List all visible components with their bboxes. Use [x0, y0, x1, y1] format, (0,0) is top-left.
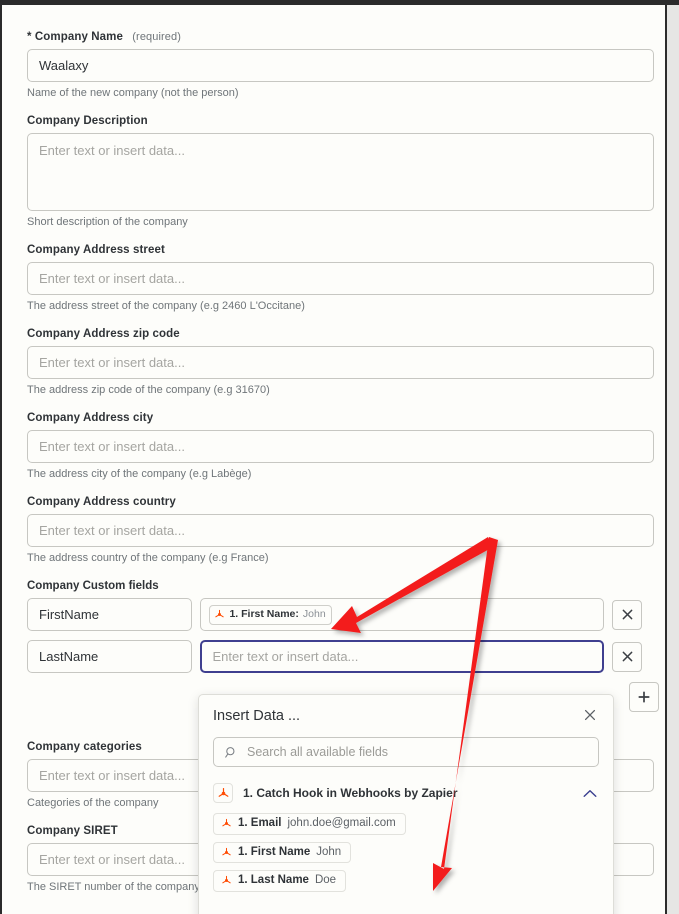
remove-custom-field-button[interactable] — [612, 641, 642, 672]
field-help: The address zip code of the company (e.g… — [27, 384, 270, 396]
field-company-address-street: Company Address street Enter text or ins… — [27, 244, 654, 312]
field-label: Company Address zip code — [27, 328, 180, 340]
zapier-icon — [218, 787, 228, 797]
popover-title: Insert Data ... — [213, 708, 301, 724]
custom-field-key-input-firstname[interactable]: FirstName — [27, 598, 193, 631]
input-placeholder: Enter text or insert data... — [39, 852, 185, 867]
field-label: * Company Name (required) — [27, 31, 642, 43]
data-field-item[interactable]: 1. Email john.doe@gmail.com — [213, 813, 406, 835]
data-source-group-header[interactable]: 1. Catch Hook in Webhooks by Zapier — [213, 783, 599, 803]
custom-field-value-input-lastname[interactable]: Enter text or insert data... — [200, 640, 604, 673]
popover-close-button[interactable] — [581, 709, 599, 724]
data-source-group-title: 1. Catch Hook in Webhooks by Zapier — [243, 786, 458, 800]
window-right-gutter — [667, 5, 679, 914]
field-help: The address city of the company (e.g Lab… — [27, 468, 252, 480]
data-field-key: 1. First Name — [238, 845, 311, 858]
input-placeholder: Enter text or insert data... — [39, 523, 185, 538]
required-asterisk: * — [27, 31, 32, 43]
search-placeholder: Search all available fields — [247, 745, 389, 759]
zapier-icon-box — [213, 783, 233, 803]
field-label: Company Address city — [27, 412, 154, 424]
plus-icon — [638, 691, 650, 703]
field-help: Name of the new company (not the person) — [27, 87, 239, 99]
input-placeholder: Enter text or insert data... — [39, 439, 185, 454]
company-address-country-input[interactable]: Enter text or insert data... — [27, 514, 654, 547]
data-field-list: 1. Email john.doe@gmail.com 1. First Nam… — [213, 813, 599, 899]
field-help: The address country of the company (e.g … — [27, 552, 269, 564]
popover-header: Insert Data ... — [213, 708, 599, 724]
data-token-chip[interactable]: 1. First Name: John — [209, 604, 332, 625]
field-company-address-zip: Company Address zip code Enter text or i… — [27, 328, 654, 396]
field-label-text: Company Name — [34, 31, 123, 43]
custom-field-key-input-lastname[interactable]: LastName — [27, 640, 193, 673]
remove-custom-field-button[interactable] — [612, 599, 642, 630]
add-custom-field-button[interactable] — [629, 682, 659, 712]
custom-field-row: FirstName 1. First Name: John — [27, 598, 642, 631]
insert-data-popover: Insert Data ... Search all available fie… — [198, 694, 614, 914]
company-address-city-input[interactable]: Enter text or insert data... — [27, 430, 654, 463]
input-placeholder: Enter text or insert data... — [212, 649, 359, 664]
input-value: FirstName — [39, 607, 99, 622]
zapier-icon — [222, 819, 231, 827]
custom-field-value-input-firstname[interactable]: 1. First Name: John — [200, 598, 604, 631]
input-value: LastName — [39, 649, 99, 664]
close-icon — [584, 709, 596, 720]
zapier-icon — [215, 609, 225, 618]
zapier-icon — [222, 876, 231, 884]
data-field-value: John — [316, 845, 342, 858]
input-placeholder: Enter text or insert data... — [39, 271, 185, 286]
token-value: John — [302, 608, 326, 621]
field-company-address-city: Company Address city Enter text or inser… — [27, 412, 654, 480]
custom-field-row: LastName Enter text or insert data... — [27, 640, 642, 673]
data-field-key: 1. Email — [238, 817, 282, 829]
popover-search-input[interactable]: Search all available fields — [213, 737, 599, 767]
field-label: Company Address country — [27, 496, 176, 508]
required-note: (required) — [132, 31, 181, 43]
company-address-zip-input[interactable]: Enter text or insert data... — [27, 346, 654, 379]
input-placeholder: Enter text or insert data... — [39, 355, 185, 370]
data-field-value: Doe — [314, 874, 337, 886]
field-label: Company Address street — [27, 244, 165, 256]
input-placeholder: Enter text or insert data... — [39, 768, 185, 783]
input-value: Waalaxy — [39, 58, 89, 73]
custom-fields-section: Company Custom fields FirstName 1. First… — [27, 580, 659, 712]
company-address-street-input[interactable]: Enter text or insert data... — [27, 262, 654, 295]
close-icon — [622, 609, 632, 620]
input-placeholder: Enter text or insert data... — [39, 143, 185, 158]
data-field-key: 1. Last Name — [238, 874, 309, 886]
zapier-icon — [222, 847, 231, 856]
field-label: Company Description — [27, 115, 148, 127]
screenshot-root: * Company Name (required) Waalaxy Name o… — [0, 0, 679, 914]
custom-fields-label: Company Custom fields — [27, 580, 159, 592]
chevron-up-icon[interactable] — [583, 789, 597, 798]
field-company-address-country: Company Address country Enter text or in… — [27, 496, 654, 564]
company-name-input[interactable]: Waalaxy — [27, 49, 654, 82]
close-icon — [622, 651, 632, 662]
field-company-description: Company Description Enter text or insert… — [27, 115, 654, 228]
token-key: 1. First Name: — [229, 608, 299, 621]
field-help: The address street of the company (e.g 2… — [27, 300, 305, 312]
search-icon — [225, 746, 235, 758]
data-field-item[interactable]: 1. First Name John — [213, 841, 352, 863]
data-field-value: john.doe@gmail.com — [287, 817, 396, 829]
company-description-input[interactable]: Enter text or insert data... — [27, 133, 654, 211]
field-help: Short description of the company — [27, 216, 188, 228]
data-field-item[interactable]: 1. Last Name Doe — [213, 870, 347, 892]
field-company-name: * Company Name (required) Waalaxy Name o… — [27, 31, 654, 99]
